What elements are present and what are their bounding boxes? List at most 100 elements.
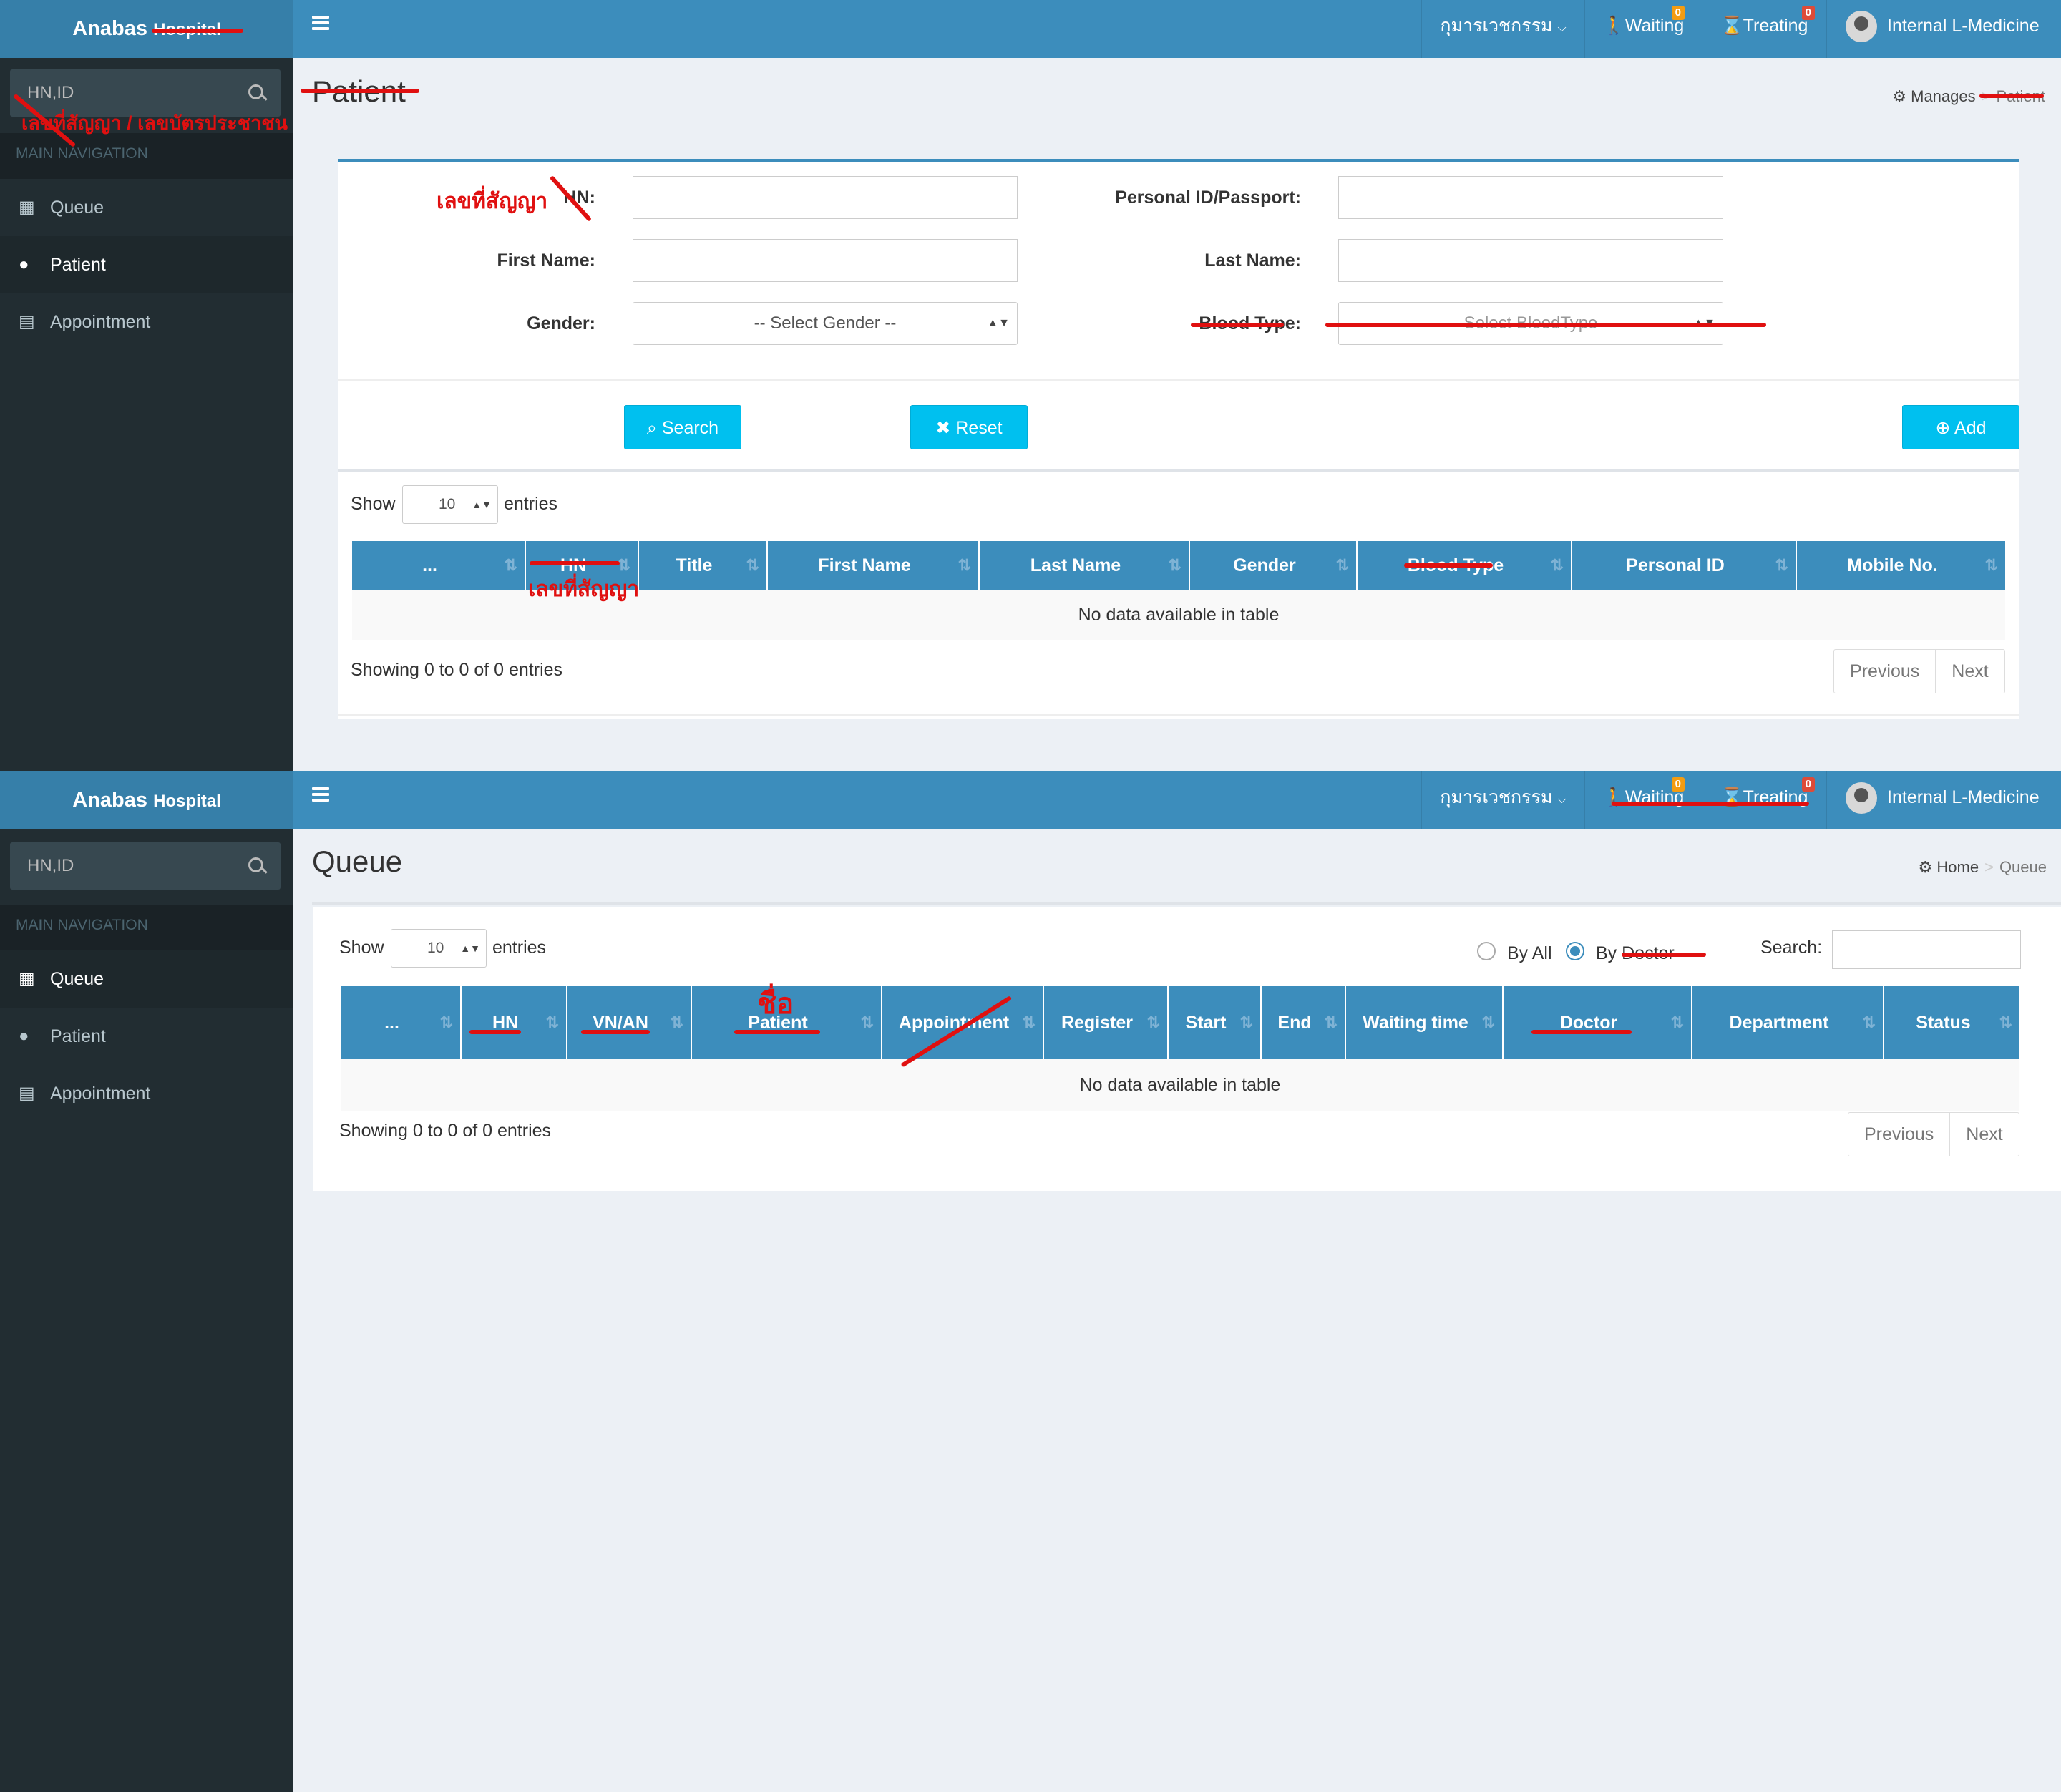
sidebar-item-queue[interactable]: ▦ Queue <box>0 950 293 1008</box>
gender-select[interactable]: -- Select Gender -- ▲▼ <box>633 302 1018 345</box>
entries-label: entries <box>504 494 558 514</box>
treating-button[interactable]: ⌛Treating 0 <box>1702 0 1826 58</box>
department-dropdown[interactable]: กุมารเวชกรรม ⌵ <box>1421 771 1584 829</box>
page-length-select[interactable]: 10 ▲▼ <box>391 929 487 968</box>
col-end[interactable]: End ⇅ <box>1261 986 1346 1059</box>
reset-button-label: Reset <box>955 418 1003 438</box>
sort-icon: ⇅ <box>1862 1013 1876 1031</box>
add-button[interactable]: ⊕ Add <box>1902 405 2019 449</box>
sidebar-search-placeholder: HN,ID <box>27 856 74 875</box>
chevron-down-icon: ⌵ <box>1557 22 1567 34</box>
sort-icon: ⇅ <box>504 556 517 574</box>
search-button[interactable]: ⌕ Search <box>624 405 741 449</box>
sidebar-item-patient[interactable]: ● Patient <box>0 1008 293 1065</box>
col-gender[interactable]: Gender ⇅ <box>1189 541 1358 590</box>
waiting-button[interactable]: 🚶Waiting 0 <box>1584 771 1702 829</box>
menu-toggle-icon[interactable] <box>312 16 329 30</box>
calendar-icon: ▤ <box>19 312 35 331</box>
last-name-input[interactable] <box>1338 239 1723 282</box>
sort-icon: ⇅ <box>1022 1013 1036 1031</box>
waiting-button[interactable]: 🚶Waiting 0 <box>1584 0 1702 58</box>
menu-toggle-icon[interactable] <box>312 787 329 802</box>
annotation-patient-note: ชื่อ <box>757 988 794 1020</box>
sidebar-item-patient[interactable]: ● Patient <box>0 236 293 293</box>
col-register[interactable]: Register ⇅ <box>1043 986 1169 1059</box>
department-label: กุมารเวชกรรม <box>1440 787 1553 807</box>
sidebar-search-input[interactable]: HN,ID <box>10 842 281 890</box>
close-icon: ✖ <box>935 418 951 438</box>
annotation-column-note: เลขที่สัญญา <box>528 578 640 601</box>
sort-icon: ⇅ <box>1481 1013 1495 1031</box>
user-icon: ● <box>19 255 29 274</box>
app-logo[interactable]: Anabas Hospital <box>0 0 293 58</box>
by-all-radio[interactable] <box>1477 942 1496 960</box>
col-hn[interactable]: HN ⇅ <box>461 986 567 1059</box>
grid-icon: ▦ <box>19 969 35 988</box>
col-menu[interactable]: ... ⇅ <box>352 541 526 590</box>
by-doctor-radio[interactable] <box>1566 942 1584 960</box>
nav-header: MAIN NAVIGATION <box>0 905 293 950</box>
form-divider <box>338 379 2019 381</box>
page-length-value: 10 <box>427 940 444 956</box>
previous-button[interactable]: Previous <box>1848 1113 1949 1156</box>
col-mobile[interactable]: Mobile No. ⇅ <box>1796 541 2005 590</box>
col-vn-an[interactable]: VN/AN ⇅ <box>567 986 692 1059</box>
sort-icon: ⇅ <box>1670 1013 1684 1031</box>
table-search-input[interactable] <box>1832 930 2021 969</box>
patient-screen: Anabas Hospital HN,ID MAIN NAVIGATION ▦ … <box>0 0 2061 771</box>
col-appointment[interactable]: Appointment ⇅ <box>882 986 1044 1059</box>
col-personal-id[interactable]: Personal ID ⇅ <box>1572 541 1797 590</box>
app-logo[interactable]: Anabas Hospital <box>0 771 293 829</box>
col-menu[interactable]: ... ⇅ <box>341 986 462 1059</box>
page-length-value: 10 <box>439 496 456 512</box>
gender-value: -- Select Gender -- <box>754 313 897 333</box>
red-strike-mark <box>469 1030 521 1034</box>
reset-button[interactable]: ✖ Reset <box>910 405 1028 449</box>
select-arrows-icon: ▲▼ <box>460 943 480 954</box>
col-last-name[interactable]: Last Name ⇅ <box>979 541 1190 590</box>
user-name: Internal L-Medicine <box>1887 16 2040 36</box>
user-menu[interactable]: Internal L-Medicine <box>1826 771 2061 829</box>
first-name-label: First Name: <box>497 250 595 271</box>
previous-button[interactable]: Previous <box>1834 650 1935 693</box>
first-name-input[interactable] <box>633 239 1018 282</box>
red-strike-mark <box>1404 563 1493 568</box>
brand-suffix: Hospital <box>153 792 221 811</box>
page-length-select[interactable]: 10 ▲▼ <box>402 485 498 524</box>
breadcrumb-manages[interactable]: Manages <box>1911 87 1976 105</box>
col-department[interactable]: Department ⇅ <box>1692 986 1884 1059</box>
sidebar-item-appointment[interactable]: ▤ Appointment <box>0 1065 293 1122</box>
sort-icon: ⇅ <box>746 556 759 574</box>
pagination: Previous Next <box>1848 1112 2019 1156</box>
next-button[interactable]: Next <box>1935 650 2004 693</box>
breadcrumb-home[interactable]: Home <box>1936 858 1979 876</box>
col-status[interactable]: Status ⇅ <box>1884 986 2019 1059</box>
add-button-label: Add <box>1954 418 1987 438</box>
brand-name: Anabas <box>72 789 147 812</box>
col-first-name[interactable]: First Name ⇅ <box>767 541 980 590</box>
sort-icon: ⇅ <box>860 1013 874 1031</box>
red-strike-mark <box>1979 94 2044 98</box>
department-dropdown[interactable]: กุมารเวชกรรม ⌵ <box>1421 0 1584 58</box>
sidebar-item-queue[interactable]: ▦ Queue <box>0 179 293 236</box>
sort-icon: ⇅ <box>1335 556 1349 574</box>
sidebar-item-label: Appointment <box>50 1084 151 1104</box>
page-title: Queue <box>312 844 403 878</box>
personal-id-input[interactable] <box>1338 176 1723 219</box>
next-button[interactable]: Next <box>1949 1113 2018 1156</box>
chevron-down-icon: ⌵ <box>1557 794 1567 806</box>
header-divider <box>312 902 2061 905</box>
sidebar-item-appointment[interactable]: ▤ Appointment <box>0 293 293 351</box>
col-title[interactable]: Title ⇅ <box>638 541 768 590</box>
col-doctor[interactable]: Doctor ⇅ <box>1503 986 1692 1059</box>
treating-button[interactable]: ⌛Treating 0 <box>1702 771 1826 829</box>
hn-input[interactable] <box>633 176 1018 219</box>
user-menu[interactable]: Internal L-Medicine <box>1826 0 2061 58</box>
red-strike-mark <box>1191 323 1284 327</box>
search-icon[interactable] <box>248 84 263 99</box>
col-start[interactable]: Start ⇅ <box>1168 986 1262 1059</box>
col-waiting-time[interactable]: Waiting time ⇅ <box>1345 986 1504 1059</box>
search-icon[interactable] <box>248 857 263 872</box>
section-divider <box>338 469 2019 472</box>
by-all-label: By All <box>1507 943 1552 963</box>
